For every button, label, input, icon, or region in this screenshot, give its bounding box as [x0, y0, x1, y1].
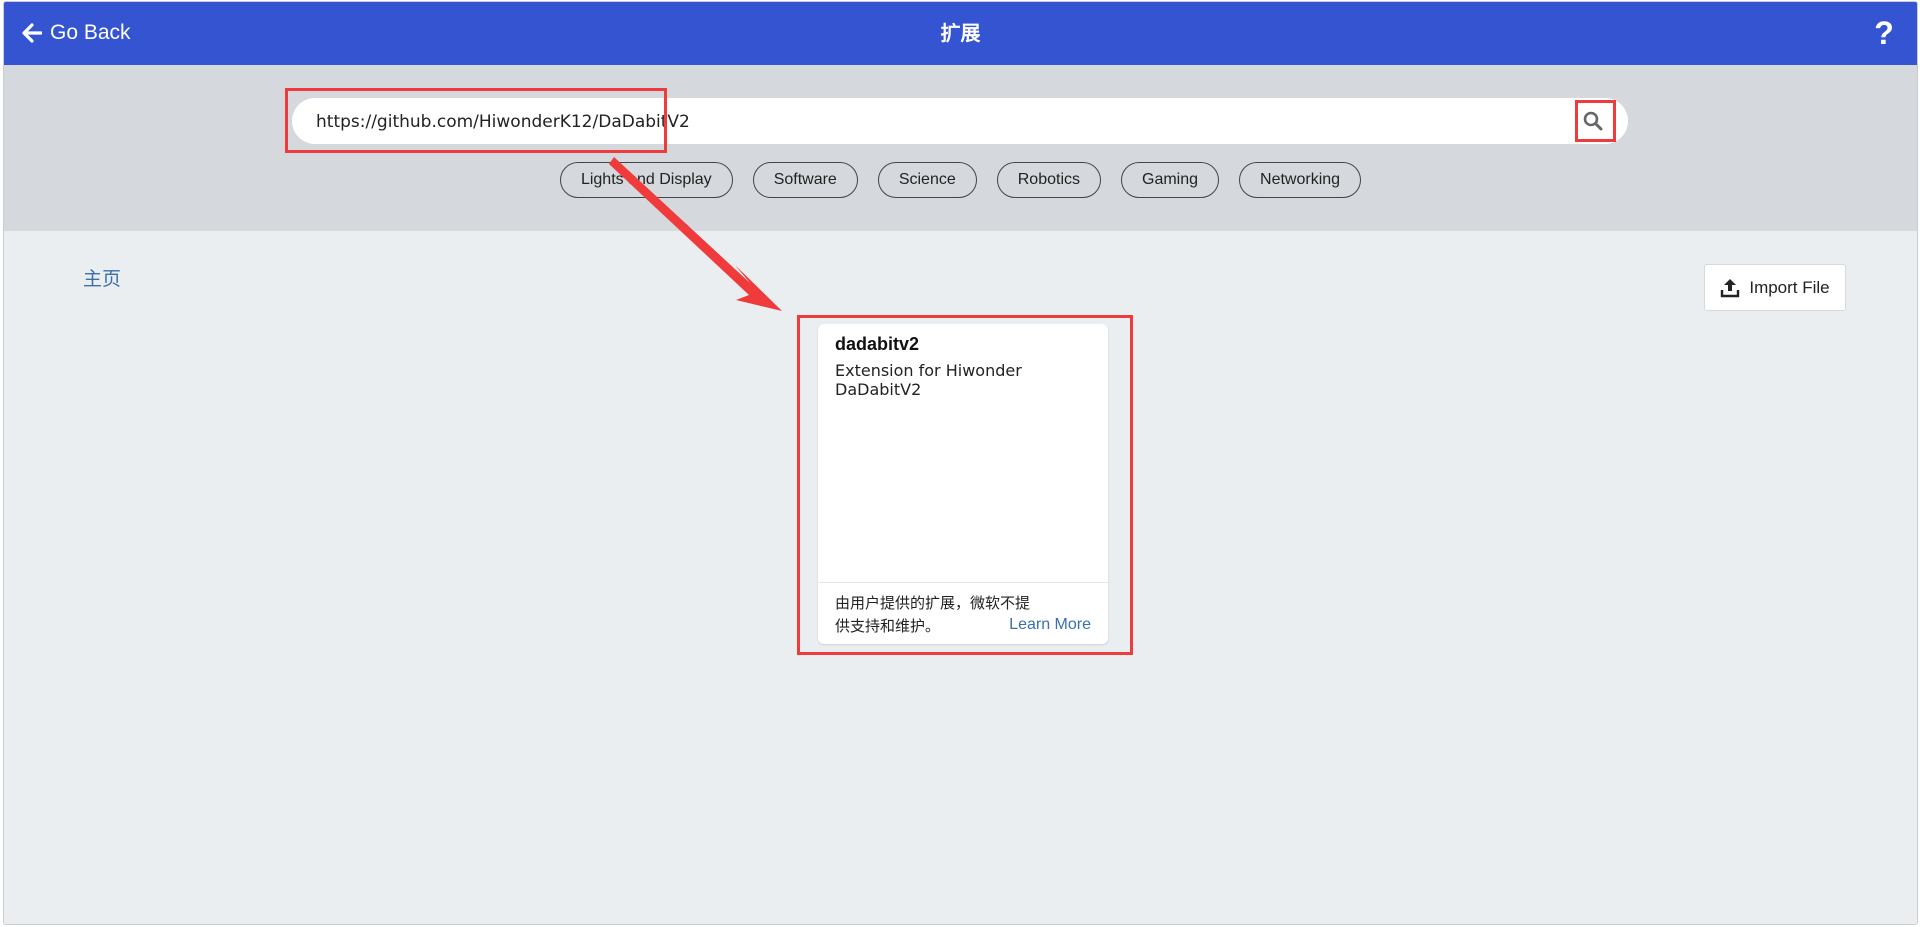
- import-file-button[interactable]: Import File: [1704, 264, 1846, 311]
- chip-networking[interactable]: Networking: [1239, 162, 1362, 198]
- learn-more-link[interactable]: Learn More: [1009, 616, 1091, 634]
- import-file-label: Import File: [1749, 277, 1830, 297]
- extension-card-description: Extension for Hiwonder DaDabitV2: [835, 361, 1022, 399]
- magnifier-icon: [1583, 111, 1603, 131]
- help-button[interactable]: ?: [1869, 16, 1899, 50]
- search-bar: [292, 98, 1628, 146]
- search-button[interactable]: [1577, 105, 1609, 137]
- upload-icon: [1721, 278, 1740, 297]
- page-title: 扩展: [940, 21, 981, 45]
- category-chips: Lights and Display Software Science Robotic…: [4, 162, 1917, 200]
- search-band: Lights and Display Software Science Robotic…: [4, 65, 1917, 231]
- extension-card-title: dadabitv2: [835, 334, 920, 354]
- extension-card[interactable]: dadabitv2 Extension for Hiwonder DaDabit…: [818, 324, 1108, 644]
- header-bar: Go Back 扩展 ?: [4, 2, 1917, 65]
- chip-software[interactable]: Software: [752, 162, 858, 198]
- breadcrumb-home[interactable]: 主页: [83, 264, 121, 291]
- extension-disclaimer: 由用户提供的扩展，微软不提供支持和维护。: [835, 594, 1031, 635]
- search-input[interactable]: [314, 98, 1518, 146]
- extensions-dialog: Go Back 扩展 ? Lights and Display Software S…: [3, 1, 1918, 925]
- chip-robotics[interactable]: Robotics: [996, 162, 1101, 198]
- extension-card-footer: 由用户提供的扩展，微软不提供支持和维护。 Learn More: [818, 582, 1108, 644]
- chip-science[interactable]: Science: [877, 162, 977, 198]
- chip-gaming[interactable]: Gaming: [1121, 162, 1220, 198]
- chip-lights-and-display[interactable]: Lights and Display: [559, 162, 733, 198]
